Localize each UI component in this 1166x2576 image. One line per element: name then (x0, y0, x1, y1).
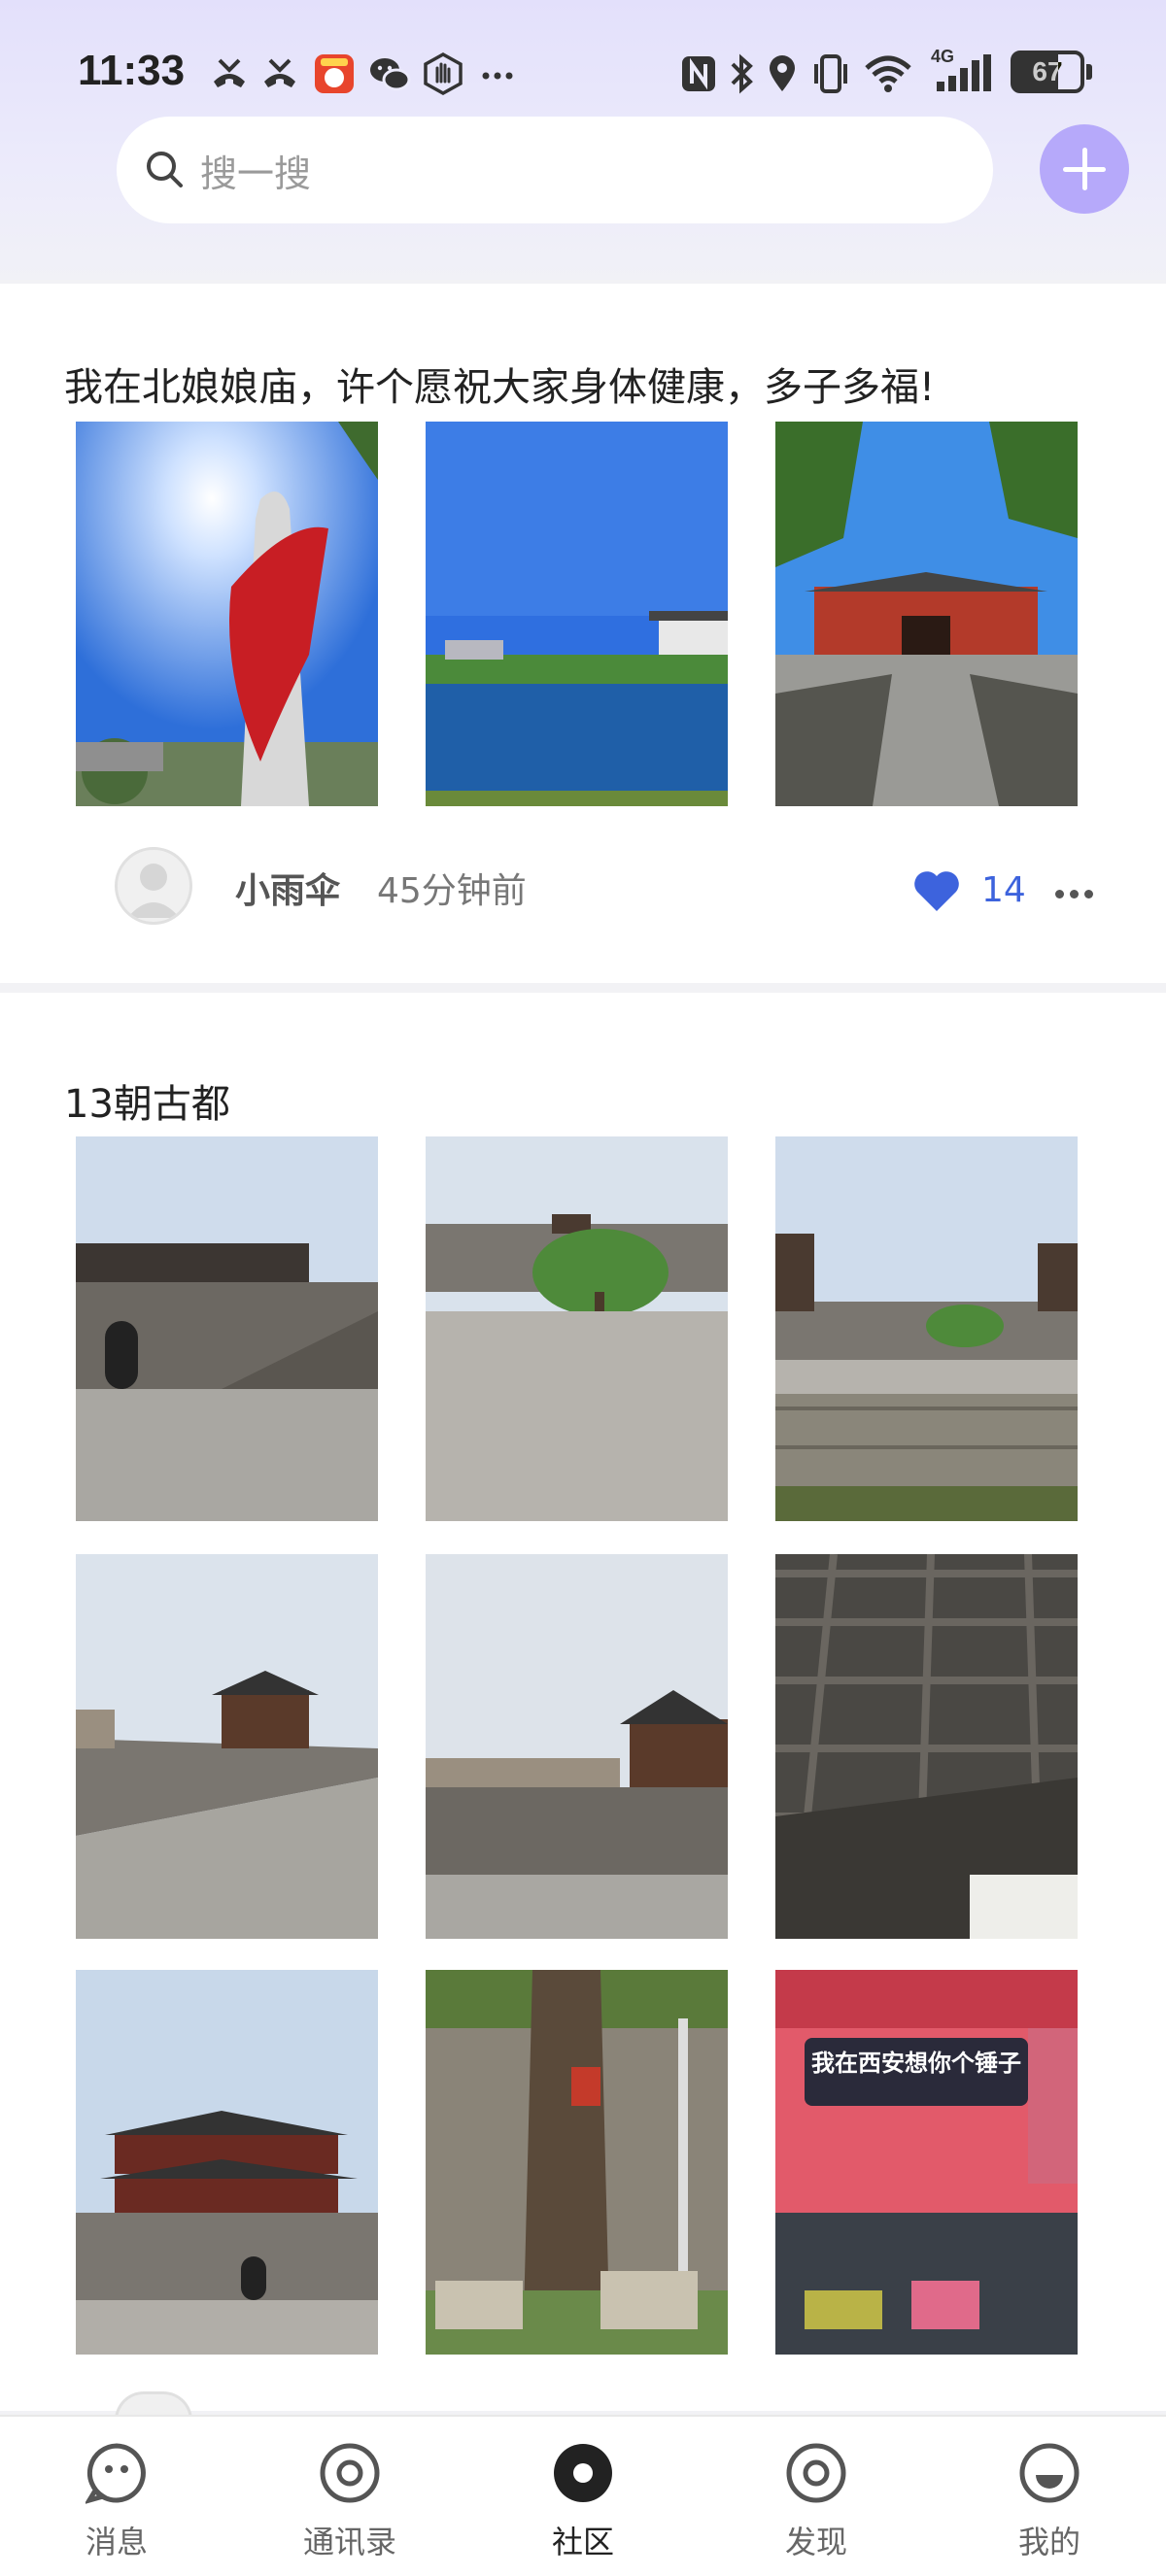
tab-profile[interactable]: 我的 (933, 2417, 1166, 2576)
discover-icon (786, 2443, 846, 2503)
status-time: 11:33 (78, 47, 186, 94)
wall-courtyard-photo[interactable] (775, 1136, 1078, 1521)
missed-call-icon (214, 58, 245, 87)
wall-plaza-tree-photo[interactable] (426, 1136, 728, 1521)
gate-tower-photo[interactable] (76, 1970, 378, 2355)
tab-contacts[interactable]: 通讯录 (233, 2417, 466, 2576)
more-icon[interactable] (1055, 884, 1099, 902)
status-bar: 11:33 4G 67 (0, 39, 1166, 109)
lake-photo[interactable] (426, 422, 728, 806)
search-icon (147, 152, 183, 187)
post-meta: 小雨伞 45分钟前 14 (0, 847, 1166, 944)
chat-icon (86, 2443, 146, 2504)
wechat-icon (370, 58, 411, 91)
community-icon (554, 2444, 612, 2502)
heart-icon[interactable] (911, 868, 962, 913)
tab-community[interactable]: 社区 (466, 2417, 700, 2576)
post-card[interactable]: 13朝古都 我在西安想你个锤子 (0, 993, 1166, 2421)
location-icon (770, 55, 795, 91)
contacts-icon (320, 2443, 380, 2503)
tab-label: 消息 (85, 2524, 148, 2560)
signal-icon (937, 54, 991, 91)
post-text: 13朝古都 (64, 1082, 230, 1127)
app-notification-icon (315, 54, 354, 93)
post-text: 我在北娘娘庙，许个愿祝大家身体健康，多子多福! (64, 365, 936, 410)
wifi-icon (865, 55, 911, 92)
hand-icon (424, 52, 463, 95)
like-count: 14 (981, 870, 1026, 910)
tab-discover[interactable]: 发现 (700, 2417, 933, 2576)
more-dots-icon (482, 72, 513, 80)
search-input[interactable]: 搜一搜 (117, 117, 993, 223)
search-placeholder: 搜一搜 (200, 153, 312, 195)
tab-label: 我的 (1017, 2524, 1080, 2560)
city-model-photo[interactable] (775, 1554, 1078, 1939)
temple-gate-photo[interactable] (775, 422, 1078, 806)
wall-tower-photo[interactable] (426, 1554, 728, 1939)
tab-label: 社区 (551, 2524, 614, 2560)
tab-label: 发现 (784, 2524, 847, 2560)
tab-label: 通讯录 (302, 2524, 396, 2560)
torch-sculpture-photo[interactable] (76, 422, 378, 806)
post-time: 45分钟前 (377, 871, 527, 911)
avatar[interactable] (115, 847, 192, 925)
missed-call-icon (264, 58, 295, 87)
vibrate-icon (814, 54, 847, 93)
old-tree-photo[interactable] (426, 1970, 728, 2355)
shop-sign-photo[interactable]: 我在西安想你个锤子 (775, 1970, 1078, 2355)
battery-level: 67 (1032, 56, 1063, 86)
city-gate-photo[interactable] (76, 1136, 378, 1521)
header: 11:33 4G 67 搜一搜 (0, 0, 1166, 280)
post-card[interactable]: 我在北娘娘庙，许个愿祝大家身体健康，多子多福! 小雨伞 45分钟前 14 (0, 284, 1166, 983)
nfc-icon (682, 56, 715, 91)
add-post-button[interactable] (1040, 124, 1129, 214)
tab-messages[interactable]: 消息 (0, 2417, 233, 2576)
battery-icon: 67 (1011, 51, 1084, 93)
profile-icon (1019, 2443, 1080, 2503)
bottom-nav: 消息 通讯录 社区 发现 我的 (0, 2415, 1166, 2576)
bluetooth-icon (731, 53, 753, 94)
wall-walkway-photo[interactable] (76, 1554, 378, 1939)
author-name[interactable]: 小雨伞 (235, 863, 340, 913)
shop-sign-text: 我在西安想你个锤子 (811, 2050, 1021, 2077)
